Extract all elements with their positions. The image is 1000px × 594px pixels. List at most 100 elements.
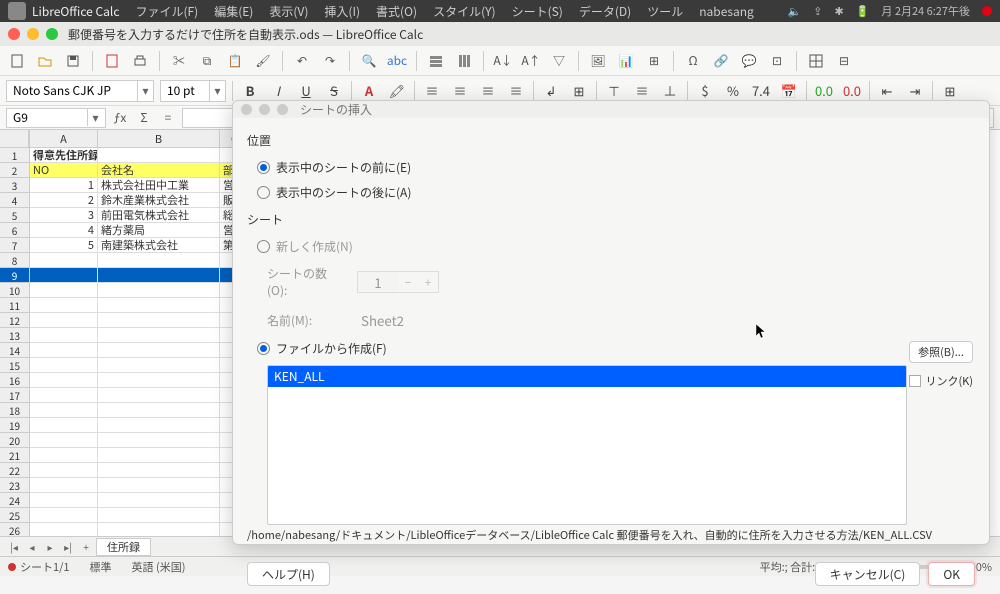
row-icon[interactable] bbox=[425, 50, 447, 72]
italic-button[interactable]: I bbox=[267, 80, 289, 102]
language[interactable]: 英語 (米国) bbox=[132, 559, 186, 575]
highlight-button[interactable]: 🖍 bbox=[386, 80, 408, 102]
align-left-button[interactable]: ≡ bbox=[421, 80, 443, 102]
borders-button[interactable]: ⊞ bbox=[939, 80, 961, 102]
cell[interactable]: 2 bbox=[30, 193, 98, 208]
cell[interactable] bbox=[98, 433, 220, 448]
cell[interactable] bbox=[98, 328, 220, 343]
open-icon[interactable] bbox=[34, 50, 56, 72]
align-center-button[interactable]: ≡ bbox=[449, 80, 471, 102]
cell[interactable]: 4 bbox=[30, 223, 98, 238]
menu-file[interactable]: ファイル(F) bbox=[135, 3, 198, 20]
next-sheet-button[interactable]: ▸ bbox=[42, 539, 58, 555]
cell[interactable]: 1 bbox=[30, 178, 98, 193]
currency-button[interactable]: $ bbox=[694, 80, 716, 102]
from-file-radio[interactable]: ファイルから作成(F) bbox=[257, 340, 975, 357]
cell[interactable] bbox=[30, 508, 98, 523]
row-header[interactable]: 22 bbox=[0, 463, 29, 478]
chart-icon[interactable]: 📊 bbox=[615, 50, 637, 72]
menu-tools[interactable]: ツール bbox=[647, 3, 683, 20]
remove-decimal-button[interactable]: 0.0 bbox=[841, 80, 863, 102]
last-sheet-button[interactable]: ▸| bbox=[60, 539, 76, 555]
battery-icon[interactable]: 🔋 bbox=[856, 3, 870, 19]
chevron-down-icon[interactable]: ▾ bbox=[209, 81, 225, 101]
cell[interactable]: 南建築株式会社 bbox=[98, 238, 220, 253]
find-icon[interactable]: 🔍 bbox=[358, 50, 380, 72]
cell[interactable] bbox=[30, 358, 98, 373]
dialog-max-button[interactable] bbox=[277, 104, 288, 115]
strike-button[interactable]: S bbox=[323, 80, 345, 102]
date-button[interactable]: 📅 bbox=[778, 80, 800, 102]
row-header[interactable]: 18 bbox=[0, 403, 29, 418]
function-wizard-button[interactable]: ƒx bbox=[110, 108, 130, 128]
col-icon[interactable] bbox=[453, 50, 475, 72]
image-icon[interactable]: 🖼 bbox=[587, 50, 609, 72]
menu-style[interactable]: スタイル(Y) bbox=[433, 3, 496, 20]
cell[interactable] bbox=[30, 253, 98, 268]
cell[interactable] bbox=[30, 478, 98, 493]
chevron-down-icon[interactable]: ▾ bbox=[87, 109, 103, 126]
cell[interactable] bbox=[30, 283, 98, 298]
close-button[interactable] bbox=[8, 28, 20, 40]
sort-asc-icon[interactable]: A↓ bbox=[492, 50, 514, 72]
row-header[interactable]: 17 bbox=[0, 388, 29, 403]
cell[interactable] bbox=[30, 493, 98, 508]
row-header[interactable]: 10 bbox=[0, 283, 29, 298]
font-size-combo[interactable]: ▾ bbox=[160, 80, 226, 102]
sum-button[interactable]: Σ bbox=[134, 108, 154, 128]
cell[interactable]: 会社名 bbox=[98, 163, 220, 178]
row-header[interactable]: 21 bbox=[0, 448, 29, 463]
freeze-icon[interactable] bbox=[805, 50, 827, 72]
cell[interactable] bbox=[98, 358, 220, 373]
cancel-button[interactable]: キャンセル(C) bbox=[815, 562, 921, 586]
paste-icon[interactable]: 📋 bbox=[224, 50, 246, 72]
special-char-icon[interactable]: Ω bbox=[682, 50, 704, 72]
cell[interactable] bbox=[98, 448, 220, 463]
new-sheet-radio[interactable]: 新しく作成(N) bbox=[257, 238, 975, 255]
row-header[interactable]: 4 bbox=[0, 193, 29, 208]
cell[interactable]: 株式会社田中工業 bbox=[98, 178, 220, 193]
row-header[interactable]: 20 bbox=[0, 433, 29, 448]
undo-icon[interactable]: ↶ bbox=[291, 50, 313, 72]
bold-button[interactable]: B bbox=[239, 80, 261, 102]
row-header[interactable]: 5 bbox=[0, 208, 29, 223]
menu-insert[interactable]: 挿入(I) bbox=[324, 3, 360, 20]
browse-button[interactable]: 参照(B)... bbox=[909, 341, 973, 363]
cell[interactable] bbox=[30, 448, 98, 463]
row-header[interactable]: 9 bbox=[0, 268, 29, 283]
file-item[interactable]: KEN_ALL bbox=[268, 366, 906, 387]
pivot-icon[interactable]: ⊞ bbox=[643, 50, 665, 72]
cell[interactable] bbox=[30, 463, 98, 478]
cell[interactable] bbox=[98, 463, 220, 478]
percent-button[interactable]: % bbox=[722, 80, 744, 102]
align-right-button[interactable]: ≡ bbox=[477, 80, 499, 102]
row-header[interactable]: 13 bbox=[0, 328, 29, 343]
underline-button[interactable]: U bbox=[295, 80, 317, 102]
dialog-min-button[interactable] bbox=[259, 104, 270, 115]
cell[interactable] bbox=[98, 508, 220, 523]
cell[interactable] bbox=[30, 298, 98, 313]
prev-sheet-button[interactable]: ◂ bbox=[24, 539, 40, 555]
cell[interactable] bbox=[98, 373, 220, 388]
print-icon[interactable] bbox=[129, 50, 151, 72]
help-button[interactable]: ヘルプ(H) bbox=[247, 562, 330, 586]
cell[interactable] bbox=[98, 148, 220, 163]
page-style[interactable]: 標準 bbox=[90, 559, 112, 575]
row-header[interactable]: 11 bbox=[0, 298, 29, 313]
row-header[interactable]: 7 bbox=[0, 238, 29, 253]
cell[interactable] bbox=[98, 253, 220, 268]
merge-button[interactable]: ⊞ bbox=[568, 80, 590, 102]
autofilter-icon[interactable]: ▽ bbox=[548, 50, 570, 72]
dialog-close-button[interactable] bbox=[241, 104, 252, 115]
decrease-indent-button[interactable]: ⇤ bbox=[876, 80, 898, 102]
cell[interactable] bbox=[30, 373, 98, 388]
wrap-button[interactable]: ↲ bbox=[540, 80, 562, 102]
font-name-input[interactable] bbox=[7, 81, 137, 101]
menu-user[interactable]: nabesang bbox=[699, 3, 754, 20]
menu-edit[interactable]: 編集(E) bbox=[214, 3, 253, 20]
row-header[interactable]: 8 bbox=[0, 253, 29, 268]
add-sheet-button[interactable]: + bbox=[78, 539, 94, 555]
cell[interactable]: NO bbox=[30, 163, 98, 178]
font-name-combo[interactable]: ▾ bbox=[6, 80, 154, 102]
menu-view[interactable]: 表示(V) bbox=[269, 3, 308, 20]
